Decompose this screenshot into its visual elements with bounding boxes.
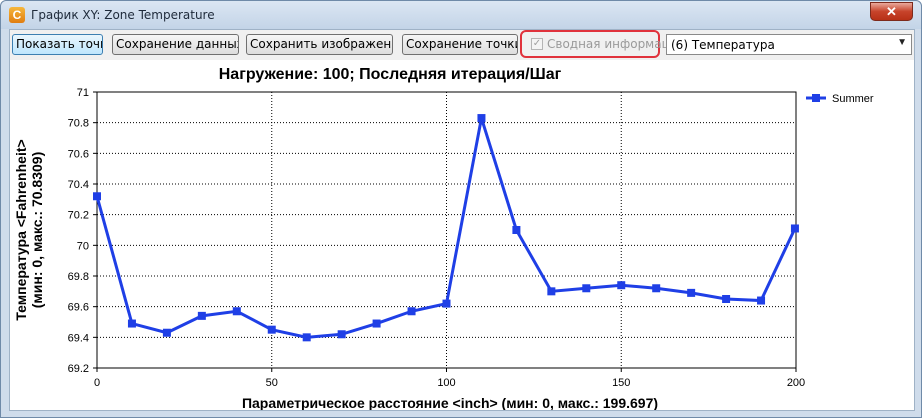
data-point [127,319,136,328]
data-point [687,288,696,297]
variable-select-value: (6) Температура [671,38,775,52]
data-point [302,333,311,342]
y-axis-label-range: (мин: 0, макс.: 70.8309) [29,152,45,308]
data-point [93,192,101,201]
y-tick-label: 70 [77,240,89,252]
data-point [477,114,486,123]
data-point [232,307,241,316]
y-tick-label: 70.2 [68,210,89,222]
y-tick-label: 69.6 [68,302,89,314]
legend-label: Summer [832,93,874,105]
title-bar[interactable]: C График XY: Zone Temperature ✕ [1,1,921,29]
save-data-button[interactable]: Сохранение данных... [112,34,239,55]
chart-window: C График XY: Zone Temperature ✕ Показать… [0,0,922,418]
data-point [790,224,799,233]
save-points-button[interactable]: Сохранение точки... [402,34,518,55]
x-tick-label: 200 [787,377,805,389]
show-points-button[interactable]: Показать точки [12,34,103,55]
legend-marker [812,94,820,102]
data-point [407,307,416,316]
xy-chart: Нагружение: 100; Последняя итерация/Шаг 0… [13,66,874,411]
y-tick-label: 69.4 [68,332,89,344]
x-axis-label: Параметрическое расстояние <inch> (мин: … [242,395,658,410]
data-point [582,284,591,293]
data-point [757,296,766,305]
data-point [197,311,206,320]
x-tick-label: 0 [94,377,100,389]
data-point [722,295,731,303]
y-tick-label: 70.8 [68,118,89,130]
data-point [162,328,171,337]
y-tick-label: 69.2 [68,363,89,375]
variable-select[interactable]: (6) Температура ▼ [666,34,912,55]
x-tick-label: 50 [266,377,278,389]
data-point [267,325,276,334]
plot-area: Нагружение: 100; Последняя итерация/Шаг 0… [10,60,914,411]
data-point [617,281,626,290]
summary-info-checkbox[interactable]: ✓ [531,38,543,50]
data-point [337,330,346,339]
data-point [372,319,381,328]
y-tick-label: 70.6 [68,148,89,160]
chart-title: Нагружение: 100; Последняя итерация/Шаг [219,66,562,83]
chevron-down-icon[interactable]: ▼ [897,37,907,48]
app-logo-icon: C [9,7,25,23]
summary-info-highlight: ✓ Сводная информация [520,30,685,58]
summary-info-label: Сводная информация [547,37,685,51]
data-point [442,299,451,308]
y-tick-label: 71 [77,87,89,99]
y-tick-label: 69.8 [68,271,89,283]
close-button[interactable]: ✕ [870,2,913,21]
window-title: График XY: Zone Temperature [31,8,215,22]
x-tick-label: 150 [612,377,630,389]
data-point [547,287,556,296]
client-area: Показать точки Сохранение данных... Сохр… [9,29,915,411]
data-point [652,284,661,293]
y-axis-label: Температура <Fahrenheit> [13,139,29,320]
y-tick-label: 70.4 [68,179,89,191]
x-tick-label: 100 [437,377,455,389]
save-image-button[interactable]: Сохранить изображение... [246,34,393,55]
data-point [512,226,521,234]
